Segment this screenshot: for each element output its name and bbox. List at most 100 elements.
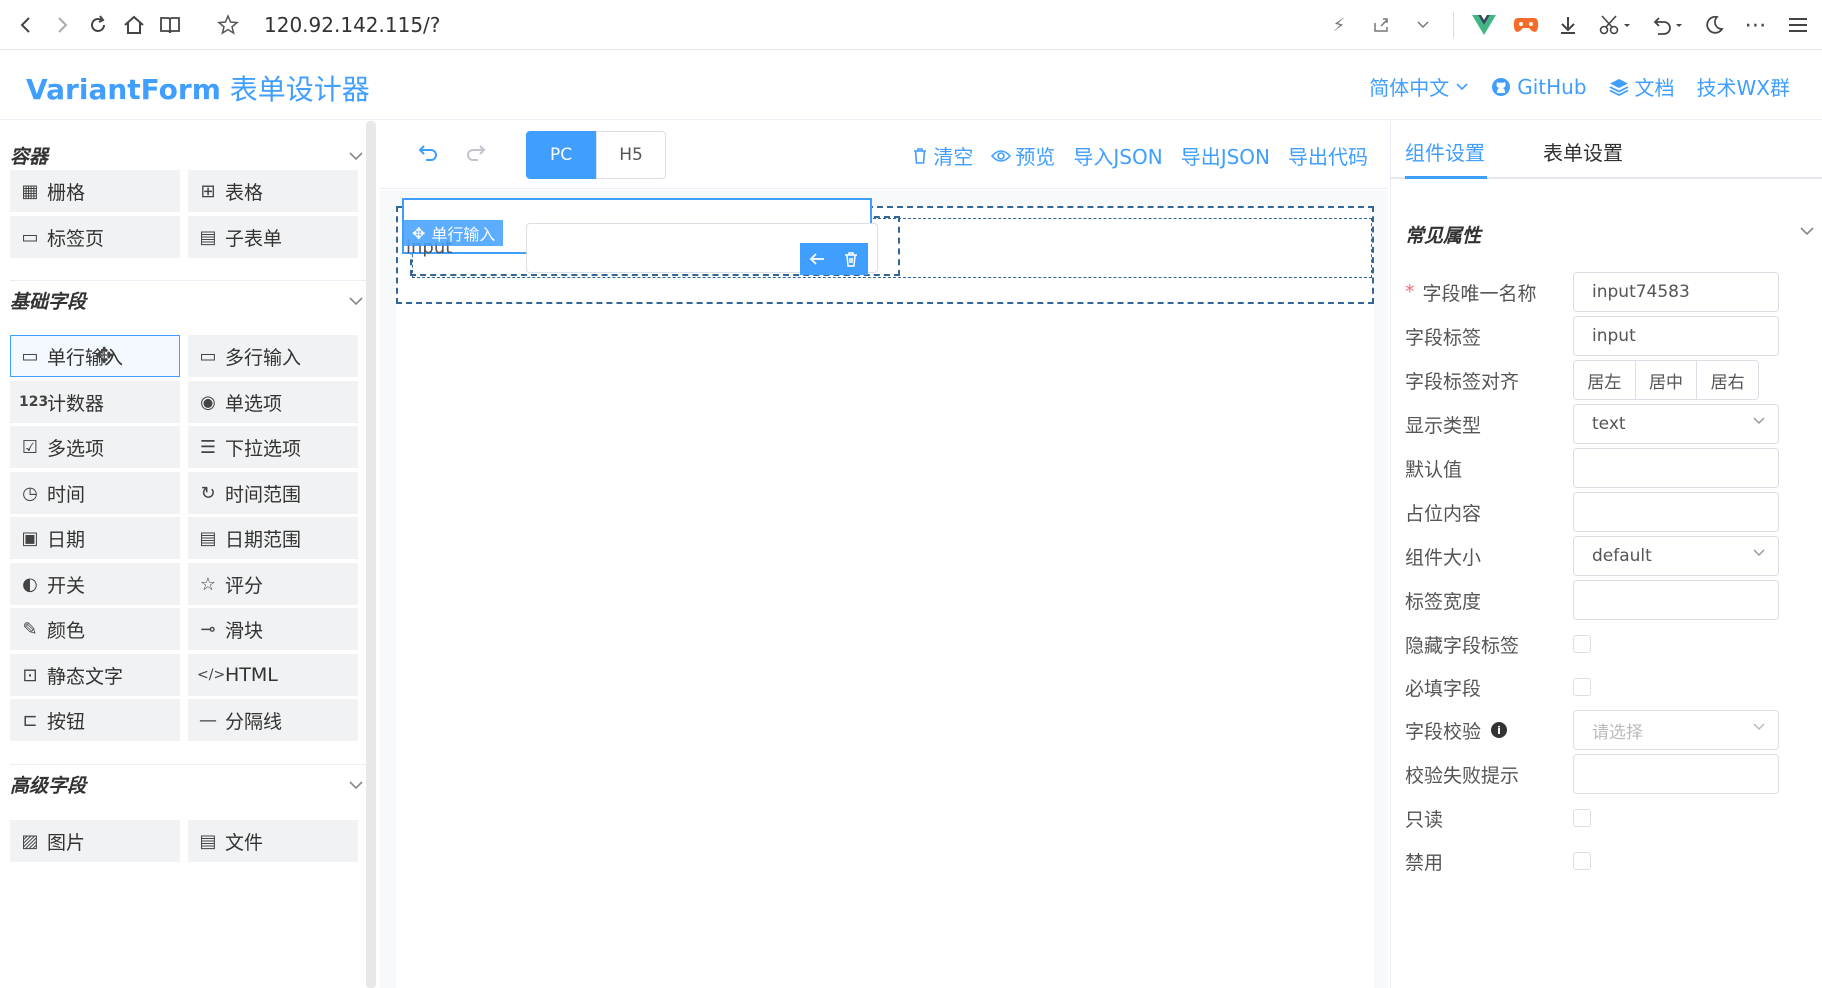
- widget-radio[interactable]: ◉ 单选项: [188, 381, 358, 423]
- align-right-button[interactable]: 居右: [1696, 360, 1760, 400]
- prop-label: 占位内容: [1405, 502, 1482, 525]
- validation-message-input[interactable]: [1573, 754, 1779, 794]
- widget-button[interactable]: ⊏ 按钮: [10, 699, 180, 741]
- undo-history-icon[interactable]: [1644, 7, 1690, 43]
- widget-select[interactable]: ☰ 下拉选项: [188, 426, 358, 468]
- widget-label: 图片: [47, 831, 86, 854]
- tab-component-settings[interactable]: 组件设置: [1405, 137, 1485, 166]
- docs-link[interactable]: 文档: [1609, 72, 1675, 101]
- widget-date-range[interactable]: ▤ 日期范围: [188, 517, 358, 559]
- default-value-input[interactable]: [1573, 448, 1779, 488]
- download-icon[interactable]: [1550, 7, 1586, 43]
- widget-subform[interactable]: ▤ 子表单: [188, 216, 358, 258]
- more-icon[interactable]: ⋯: [1738, 7, 1774, 43]
- widget-static-text[interactable]: ⊡ 静态文字: [10, 654, 180, 696]
- chevron-down-icon[interactable]: [1405, 7, 1441, 43]
- select-value: default: [1592, 546, 1652, 566]
- widget-input[interactable]: ▭ 单行输入 ✥: [10, 335, 180, 377]
- github-icon: [1492, 77, 1511, 96]
- widget-label: 滑块: [225, 619, 264, 642]
- time-range-icon: ↻: [200, 482, 216, 504]
- forward-icon[interactable]: [44, 7, 80, 43]
- widget-slider[interactable]: ⊸ 滑块: [188, 608, 358, 650]
- info-icon[interactable]: i: [1491, 722, 1508, 738]
- url-text[interactable]: 120.92.142.115/?: [264, 13, 440, 37]
- prop-label: 只读: [1405, 808, 1444, 831]
- advanced-section-header[interactable]: 高级字段: [10, 764, 366, 804]
- select-parent-icon[interactable]: [800, 243, 834, 275]
- widget-color[interactable]: ✎ 颜色: [10, 608, 180, 650]
- preview-button[interactable]: 预览: [991, 141, 1055, 170]
- widget-grid[interactable]: ▦ 栅格: [10, 170, 180, 212]
- widget-rate[interactable]: ☆ 评分: [188, 563, 358, 605]
- widget-number[interactable]: 123 计数器: [10, 381, 180, 423]
- widget-textarea[interactable]: ▭ 多行输入: [188, 335, 358, 377]
- disabled-checkbox[interactable]: [1573, 852, 1591, 870]
- size-select[interactable]: default: [1573, 536, 1779, 576]
- widget-label: 开关: [47, 574, 86, 597]
- widget-table[interactable]: ⊞ 表格: [188, 170, 358, 212]
- field-name-input[interactable]: input74583: [1573, 272, 1779, 312]
- github-label: GitHub: [1517, 74, 1587, 99]
- vue-extension-icon[interactable]: [1466, 7, 1502, 43]
- left-scrollbar[interactable]: [366, 121, 376, 988]
- prop-label: 标签宽度: [1405, 590, 1482, 613]
- delete-icon[interactable]: [834, 243, 868, 275]
- language-select[interactable]: 简体中文: [1369, 72, 1469, 101]
- widget-time-range[interactable]: ↻ 时间范围: [188, 472, 358, 514]
- widget-time[interactable]: ◷ 时间: [10, 472, 180, 514]
- clear-label: 清空: [933, 145, 974, 169]
- hide-label-checkbox[interactable]: [1573, 635, 1591, 653]
- reader-icon[interactable]: [152, 7, 188, 43]
- widget-file[interactable]: ▤ 文件: [188, 820, 358, 862]
- moon-icon[interactable]: [1696, 7, 1732, 43]
- widget-checkbox[interactable]: ☑ 多选项: [10, 426, 180, 468]
- h5-button[interactable]: H5: [596, 131, 666, 179]
- tab-form-settings[interactable]: 表单设置: [1543, 137, 1623, 166]
- redo-icon[interactable]: [464, 139, 488, 169]
- widget-label: 下拉选项: [225, 437, 302, 460]
- display-type-select[interactable]: text: [1573, 404, 1779, 444]
- readonly-checkbox[interactable]: [1573, 809, 1591, 827]
- widget-picture[interactable]: ▨ 图片: [10, 820, 180, 862]
- widget-html[interactable]: </> HTML: [188, 654, 358, 696]
- design-canvas[interactable]: input ✥ 单行输入: [380, 190, 1388, 988]
- align-center-button[interactable]: 居中: [1634, 360, 1698, 400]
- import-json-button[interactable]: 导入JSON: [1073, 141, 1162, 170]
- validation-select[interactable]: 请选择: [1573, 710, 1779, 750]
- clear-button[interactable]: 清空: [911, 141, 973, 170]
- wx-group-link[interactable]: 技术WX群: [1697, 72, 1790, 101]
- chevron-down-icon: [1752, 414, 1766, 430]
- widget-tabs[interactable]: ▭ 标签页: [10, 216, 180, 258]
- menu-icon[interactable]: [1780, 7, 1816, 43]
- bookmark-star-icon[interactable]: [210, 7, 246, 43]
- widget-switch[interactable]: ◐ 开关: [10, 563, 180, 605]
- home-icon[interactable]: [116, 7, 152, 43]
- github-link[interactable]: GitHub: [1491, 72, 1587, 101]
- prop-label-align: 字段标签对齐 居左 居中 居右: [1405, 359, 1822, 401]
- wx-label: 技术WX群: [1696, 76, 1790, 100]
- gamepad-extension-icon[interactable]: [1508, 7, 1544, 43]
- basic-section-header[interactable]: 基础字段: [10, 280, 366, 320]
- label-width-input[interactable]: [1573, 580, 1779, 620]
- reload-icon[interactable]: [80, 7, 116, 43]
- scissors-icon[interactable]: [1592, 7, 1638, 43]
- chevron-down-icon: [1799, 221, 1815, 248]
- common-props-header[interactable]: 常见属性: [1405, 221, 1815, 248]
- back-icon[interactable]: [8, 7, 44, 43]
- widget-date[interactable]: ▣ 日期: [10, 517, 180, 559]
- align-left-button[interactable]: 居左: [1573, 360, 1636, 400]
- form-area[interactable]: [396, 206, 1374, 988]
- field-label-input[interactable]: input: [1573, 316, 1779, 356]
- pc-button[interactable]: PC: [526, 131, 596, 179]
- placeholder-input[interactable]: [1573, 492, 1779, 532]
- undo-icon[interactable]: [416, 139, 440, 169]
- widget-divider[interactable]: — 分隔线: [188, 699, 358, 741]
- field-drag-tag[interactable]: ✥ 单行输入: [404, 220, 504, 246]
- containers-section-header[interactable]: 容器: [10, 135, 366, 175]
- share-icon[interactable]: [1363, 7, 1399, 43]
- required-checkbox[interactable]: [1573, 678, 1591, 696]
- lightning-icon[interactable]: ⚡: [1321, 7, 1357, 43]
- export-code-button[interactable]: 导出代码: [1288, 141, 1368, 170]
- export-json-button[interactable]: 导出JSON: [1181, 141, 1270, 170]
